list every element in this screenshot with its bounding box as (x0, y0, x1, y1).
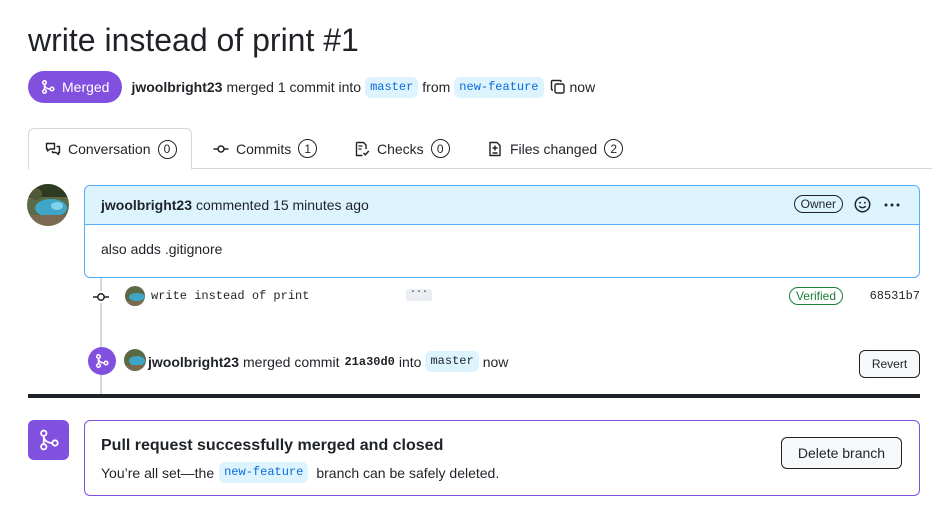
git-commit-icon (213, 144, 229, 153)
copy-branch-button[interactable] (550, 79, 566, 95)
merge-branch-link[interactable]: master (425, 351, 479, 372)
revert-button[interactable]: Revert (859, 350, 920, 378)
commit-expand-button[interactable]: ··· (406, 288, 433, 301)
file-diff-icon (489, 141, 501, 156)
merge-action: merged commit (243, 353, 340, 370)
comment-header: jwoolbright23 commented 15 minutes ago O… (85, 186, 919, 225)
kebab-horizontal-icon (884, 203, 900, 207)
tab-commits-label: Commits (236, 140, 292, 157)
avatar-image (27, 184, 69, 226)
merged-state-label: Merged (62, 79, 110, 95)
checklist-icon (355, 141, 370, 156)
from-text: from (422, 79, 451, 95)
tab-files-changed[interactable]: Files changed 2 (487, 128, 624, 169)
pr-title: write instead of print #1 (28, 22, 359, 58)
tab-conversation[interactable]: Conversation 0 (28, 128, 192, 170)
delete-branch-button[interactable]: Delete branch (781, 437, 902, 469)
smiley-icon (854, 196, 871, 213)
tab-files-changed-count: 2 (604, 139, 624, 158)
tab-checks[interactable]: Checks 0 (354, 128, 450, 169)
merge-commit-sha-link[interactable]: 21a30d0 (344, 355, 394, 369)
merge-event-text: jwoolbright23 merged commit 21a30d0 into… (148, 351, 508, 372)
commit-item: write instead of print ··· Verified 6853… (84, 285, 920, 307)
commit-sha-link[interactable]: 68531b7 (870, 289, 920, 303)
merge-author-link[interactable]: jwoolbright23 (148, 354, 239, 370)
git-merge-icon (39, 429, 59, 451)
comment-options-button[interactable] (883, 198, 901, 215)
merged-status-icon (28, 420, 69, 460)
avatar[interactable] (125, 286, 145, 306)
tab-commits[interactable]: Commits 1 (213, 128, 318, 169)
comment-discussion-icon (45, 142, 61, 156)
merge-time[interactable]: now (483, 354, 509, 370)
base-branch-link[interactable]: master (365, 76, 419, 98)
comment-body: also adds .gitignore (101, 241, 223, 257)
avatar-image (125, 286, 145, 306)
timeline-end-divider (28, 394, 920, 398)
tab-commits-count: 1 (298, 139, 318, 158)
pr-time: now (569, 79, 596, 95)
comment-author-link[interactable]: jwoolbright23 (101, 197, 192, 213)
avatar-image (124, 349, 146, 371)
git-merge-icon (41, 79, 55, 95)
pr-author-link[interactable]: jwoolbright23 (131, 79, 222, 95)
owner-badge: Owner (793, 195, 843, 213)
merged-description: You’re all set—the new-feature branch ca… (101, 462, 499, 483)
merge-into-text: into (398, 353, 422, 370)
copy-icon (550, 79, 565, 94)
comment-box: jwoolbright23 commented 15 minutes ago O… (84, 185, 920, 278)
add-reaction-button[interactable] (854, 196, 871, 216)
avatar[interactable] (27, 184, 69, 226)
merged-desc-after: branch can be safely deleted. (316, 464, 500, 481)
tab-files-changed-label: Files changed (510, 140, 598, 157)
merge-event: jwoolbright23 merged commit 21a30d0 into… (84, 345, 920, 379)
git-merge-icon (95, 353, 109, 369)
git-commit-icon (93, 291, 109, 303)
tab-checks-label: Checks (377, 140, 424, 157)
pr-meta: Merged jwoolbright23 merged 1 commit int… (28, 71, 595, 103)
merge-event-badge (88, 347, 116, 375)
pr-summary-text: merged 1 commit into (226, 79, 362, 95)
verified-badge[interactable]: Verified (788, 287, 843, 305)
avatar[interactable] (124, 349, 146, 371)
merged-status-box: Pull request successfully merged and clo… (84, 420, 920, 496)
merged-heading: Pull request successfully merged and clo… (101, 437, 444, 454)
comment-action[interactable]: commented 15 minutes ago (196, 197, 369, 213)
merged-desc-before: You’re all set—the (101, 464, 215, 481)
merged-branch-link[interactable]: new-feature (219, 462, 309, 483)
tab-conversation-label: Conversation (68, 141, 151, 157)
merged-state-badge: Merged (28, 71, 123, 103)
tab-checks-count: 0 (430, 139, 450, 158)
head-branch-link[interactable]: new-feature (454, 76, 544, 98)
commit-message-link[interactable]: write instead of print (151, 289, 309, 303)
pr-tabs: Conversation 0 Commits 1 Checks 0 Files … (28, 128, 932, 170)
tab-conversation-count: 0 (157, 139, 177, 159)
